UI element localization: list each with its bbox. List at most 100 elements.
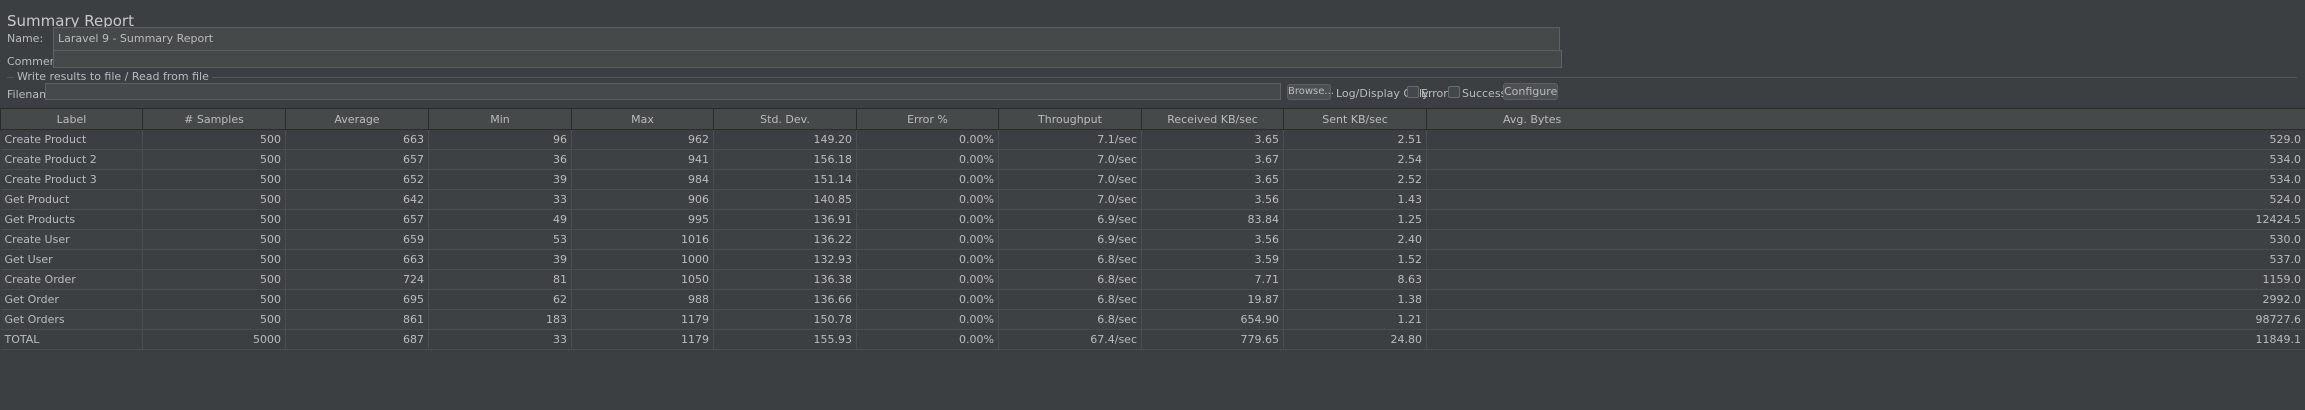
table-cell: 0.00% bbox=[856, 209, 999, 230]
table-cell: 19.87 bbox=[1141, 289, 1284, 310]
table-cell: 941 bbox=[571, 149, 714, 170]
table-cell: 36 bbox=[428, 149, 572, 170]
table-cell: Create Product bbox=[0, 129, 143, 150]
table-row[interactable]: Get Orders 500 861 183 1179 150.78 0.00% 6.8/se… bbox=[0, 309, 2305, 330]
name-field[interactable]: Laravel 9 - Summary Report bbox=[53, 27, 1560, 51]
table-header-row: Label # Samples Average Min Max Std. Dev… bbox=[0, 108, 2305, 130]
table-cell: 2.54 bbox=[1283, 149, 1427, 170]
table-cell: 136.91 bbox=[713, 209, 857, 230]
column-header-received[interactable]: Received KB/sec bbox=[1141, 108, 1284, 130]
column-header-error[interactable]: Error % bbox=[856, 108, 999, 130]
table-cell: 779.65 bbox=[1141, 329, 1284, 350]
table-cell: 5000 bbox=[142, 329, 286, 350]
table-cell: 33 bbox=[428, 329, 572, 350]
table-cell: 534.0 bbox=[1426, 149, 2305, 170]
table-cell: 724 bbox=[285, 269, 429, 290]
table-cell: 155.93 bbox=[713, 329, 857, 350]
table-row[interactable]: Get User 500 663 39 1000 132.93 0.00% 6.8/sec 3.… bbox=[0, 249, 2305, 270]
table-cell: Create User bbox=[0, 229, 143, 250]
errors-checkbox[interactable] bbox=[1407, 86, 1419, 98]
table-cell: 654.90 bbox=[1141, 309, 1284, 330]
table-cell: 663 bbox=[285, 249, 429, 270]
table-cell: 1.38 bbox=[1283, 289, 1427, 310]
table-cell: 136.66 bbox=[713, 289, 857, 310]
table-row[interactable]: TOTAL 5000 687 33 1179 155.93 0.00% 67.4/sec 779… bbox=[0, 329, 2305, 350]
table-cell: 861 bbox=[285, 309, 429, 330]
table-cell: 0.00% bbox=[856, 129, 999, 150]
table-cell: 530.0 bbox=[1426, 229, 2305, 250]
table-cell: 3.56 bbox=[1141, 229, 1284, 250]
column-header-std-dev[interactable]: Std. Dev. bbox=[713, 108, 857, 130]
table-cell: 81 bbox=[428, 269, 572, 290]
table-cell: 1.21 bbox=[1283, 309, 1427, 330]
table-cell: 6.8/sec bbox=[998, 309, 1142, 330]
table-cell: 96 bbox=[428, 129, 572, 150]
name-label: Name: bbox=[7, 32, 44, 45]
table-row[interactable]: Create Order 500 724 81 1050 136.38 0.00% 6.8/s… bbox=[0, 269, 2305, 290]
table-cell: 0.00% bbox=[856, 329, 999, 350]
table-cell: 83.84 bbox=[1141, 209, 1284, 230]
table-cell: 53 bbox=[428, 229, 572, 250]
table-row[interactable]: Create Product 2 500 657 36 941 156.18 0.00% 7.… bbox=[0, 149, 2305, 170]
table-cell: 132.93 bbox=[713, 249, 857, 270]
table-cell: 659 bbox=[285, 229, 429, 250]
table-cell: 156.18 bbox=[713, 149, 857, 170]
table-cell: 149.20 bbox=[713, 129, 857, 150]
column-header-sent[interactable]: Sent KB/sec bbox=[1283, 108, 1427, 130]
table-row[interactable]: Create User 500 659 53 1016 136.22 0.00% 6.9/se… bbox=[0, 229, 2305, 250]
table-cell: 24.80 bbox=[1283, 329, 1427, 350]
table-row[interactable]: Create Product 500 663 96 962 149.20 0.00% 7.1/… bbox=[0, 129, 2305, 150]
table-cell: 136.38 bbox=[713, 269, 857, 290]
table-cell: 183 bbox=[428, 309, 572, 330]
column-header-avg-bytes[interactable]: Avg. Bytes bbox=[1426, 108, 2305, 130]
table-row[interactable]: Create Product 3 500 652 39 984 151.14 0.00% 7.… bbox=[0, 169, 2305, 190]
successes-checkbox[interactable] bbox=[1448, 86, 1460, 98]
table-cell: Get Products bbox=[0, 209, 143, 230]
table-cell: 652 bbox=[285, 169, 429, 190]
table-cell: Get Order bbox=[0, 289, 143, 310]
table-cell: 524.0 bbox=[1426, 189, 2305, 210]
table-cell: 1000 bbox=[571, 249, 714, 270]
column-header-samples[interactable]: # Samples bbox=[142, 108, 286, 130]
table-cell: 1.25 bbox=[1283, 209, 1427, 230]
table-cell: 0.00% bbox=[856, 309, 999, 330]
table-cell: 6.8/sec bbox=[998, 269, 1142, 290]
table-cell: 2992.0 bbox=[1426, 289, 2305, 310]
table-row[interactable]: Get Order 500 695 62 988 136.66 0.00% 6.8/sec 19… bbox=[0, 289, 2305, 310]
browse-button[interactable]: Browse... bbox=[1287, 84, 1334, 100]
table-cell: 11849.1 bbox=[1426, 329, 2305, 350]
file-group-title: Write results to file / Read from file bbox=[14, 70, 212, 83]
table-cell: 67.4/sec bbox=[998, 329, 1142, 350]
table-cell: 529.0 bbox=[1426, 129, 2305, 150]
table-cell: 1159.0 bbox=[1426, 269, 2305, 290]
table-cell: 2.51 bbox=[1283, 129, 1427, 150]
table-cell: 500 bbox=[142, 289, 286, 310]
table-cell: Get Orders bbox=[0, 309, 143, 330]
table-cell: Get Product bbox=[0, 189, 143, 210]
table-cell: 0.00% bbox=[856, 289, 999, 310]
table-cell: 3.65 bbox=[1141, 129, 1284, 150]
column-header-min[interactable]: Min bbox=[428, 108, 572, 130]
table-cell: 3.65 bbox=[1141, 169, 1284, 190]
column-header-throughput[interactable]: Throughput bbox=[998, 108, 1142, 130]
table-cell: 642 bbox=[285, 189, 429, 210]
table-cell: 500 bbox=[142, 269, 286, 290]
table-cell: 1016 bbox=[571, 229, 714, 250]
table-cell: 6.9/sec bbox=[998, 209, 1142, 230]
table-cell: 6.8/sec bbox=[998, 289, 1142, 310]
column-header-label[interactable]: Label bbox=[0, 108, 143, 130]
table-cell: Create Order bbox=[0, 269, 143, 290]
table-cell: Create Product 2 bbox=[0, 149, 143, 170]
column-header-max[interactable]: Max bbox=[571, 108, 714, 130]
table-row[interactable]: Get Products 500 657 49 995 136.91 0.00% 6.9/se… bbox=[0, 209, 2305, 230]
table-cell: 500 bbox=[142, 169, 286, 190]
comments-field[interactable] bbox=[53, 50, 1562, 68]
table-cell: 6.9/sec bbox=[998, 229, 1142, 250]
column-header-average[interactable]: Average bbox=[285, 108, 429, 130]
table-row[interactable]: Get Product 500 642 33 906 140.85 0.00% 7.0/sec… bbox=[0, 189, 2305, 210]
filename-field[interactable] bbox=[45, 83, 1281, 100]
table-cell: 12424.5 bbox=[1426, 209, 2305, 230]
table-cell: 39 bbox=[428, 169, 572, 190]
configure-button[interactable]: Configure bbox=[1503, 83, 1558, 100]
table-cell: 687 bbox=[285, 329, 429, 350]
